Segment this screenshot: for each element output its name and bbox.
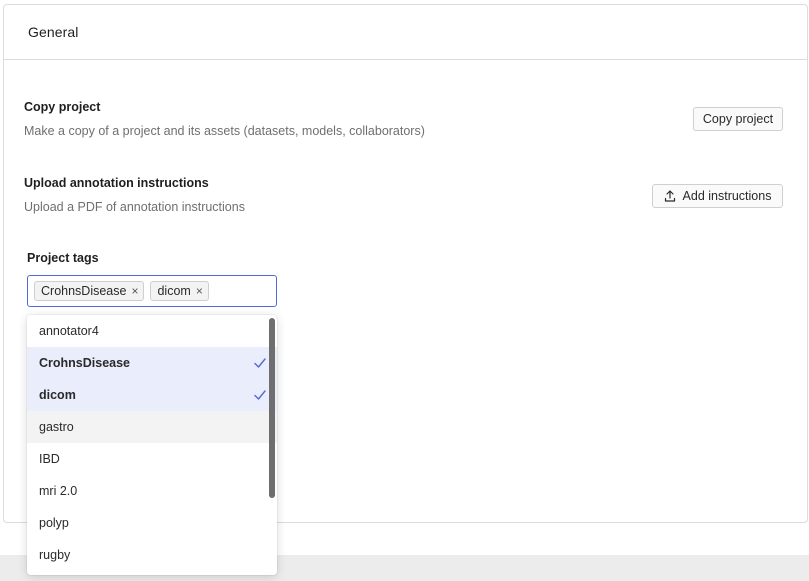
copy-project-title: Copy project bbox=[24, 100, 101, 114]
check-icon bbox=[254, 390, 266, 400]
tag-option-label: annotator4 bbox=[39, 324, 99, 338]
dropdown-scrollbar[interactable] bbox=[269, 318, 275, 498]
tag-option-dicom[interactable]: dicom bbox=[27, 379, 277, 411]
copy-project-button[interactable]: Copy project bbox=[693, 107, 783, 131]
add-instructions-button-label: Add instructions bbox=[682, 189, 772, 203]
tag-option-gastro[interactable]: gastro bbox=[27, 411, 277, 443]
tag-option-mri-2-0[interactable]: mri 2.0 bbox=[27, 475, 277, 507]
tag-option-label: rugby bbox=[39, 548, 71, 562]
tags-dropdown-menu: annotator4 CrohnsDisease dicom gastro IB… bbox=[27, 315, 277, 575]
tag-option-label: mri 2.0 bbox=[39, 484, 78, 498]
close-icon[interactable]: × bbox=[131, 285, 138, 297]
tag-option-crohnsdisease[interactable]: CrohnsDisease bbox=[27, 347, 277, 379]
tag-chip-label: dicom bbox=[157, 284, 191, 298]
tag-option-label: polyp bbox=[39, 516, 69, 530]
check-icon bbox=[254, 358, 266, 368]
project-tags-input[interactable]: CrohnsDisease × dicom × bbox=[27, 275, 277, 307]
card-header: General bbox=[4, 5, 807, 60]
tag-option-label: dicom bbox=[39, 388, 76, 402]
tag-chip-label: CrohnsDisease bbox=[41, 284, 127, 298]
tag-option-polyp[interactable]: polyp bbox=[27, 507, 277, 539]
tag-option-annotator4[interactable]: annotator4 bbox=[27, 315, 277, 347]
tag-option-rugby[interactable]: rugby bbox=[27, 539, 277, 571]
section-title: General bbox=[28, 24, 79, 40]
tag-option-ibd[interactable]: IBD bbox=[27, 443, 277, 475]
tag-chip-dicom: dicom × bbox=[150, 281, 209, 301]
copy-project-description: Make a copy of a project and its assets … bbox=[24, 124, 425, 138]
project-tags-label: Project tags bbox=[27, 251, 99, 265]
tag-option-label: IBD bbox=[39, 452, 60, 466]
upload-icon bbox=[664, 190, 676, 202]
close-icon[interactable]: × bbox=[196, 285, 203, 297]
tag-chip-crohnsdisease: CrohnsDisease × bbox=[34, 281, 145, 301]
add-instructions-button[interactable]: Add instructions bbox=[652, 184, 783, 208]
copy-project-row: Copy project Make a copy of a project an… bbox=[24, 100, 781, 138]
copy-project-button-label: Copy project bbox=[702, 112, 774, 126]
tag-option-label: CrohnsDisease bbox=[39, 356, 131, 370]
tag-option-label: gastro bbox=[39, 420, 74, 434]
